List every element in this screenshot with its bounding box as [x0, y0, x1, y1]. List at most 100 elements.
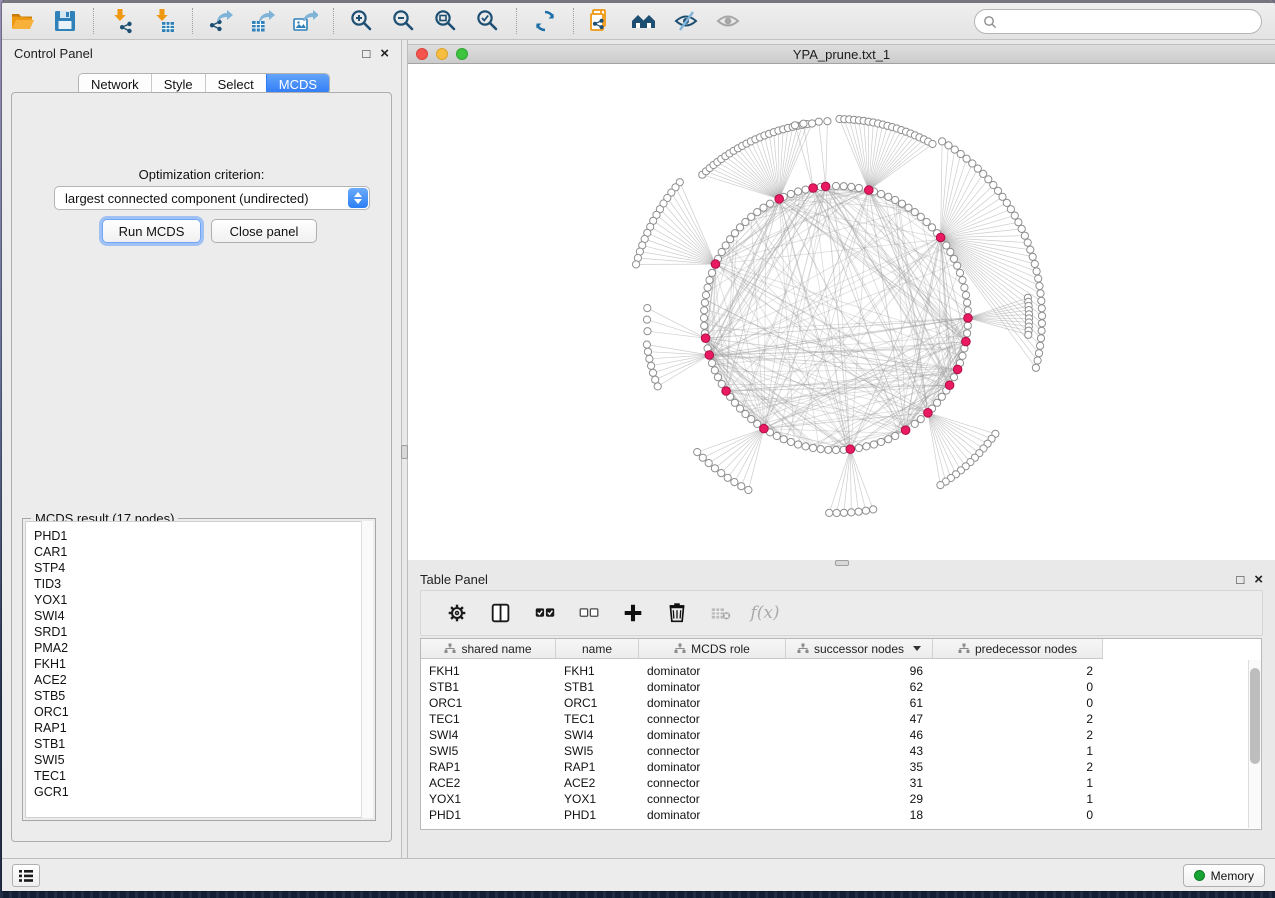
table-row[interactable]: PHD1PHD1dominator180: [421, 807, 1103, 823]
cell-shared-name[interactable]: FKH1: [421, 663, 556, 679]
cell-successor-nodes[interactable]: 46: [786, 727, 933, 743]
cell-successor-nodes[interactable]: 47: [786, 711, 933, 727]
export-table-icon[interactable]: [248, 6, 278, 36]
cell-name[interactable]: YOX1: [556, 791, 639, 807]
delete-column-icon[interactable]: [664, 600, 690, 626]
cell-MCDS-role[interactable]: connector: [639, 791, 786, 807]
import-table-icon[interactable]: [149, 6, 179, 36]
network-canvas[interactable]: [408, 64, 1275, 560]
mcds-result-item[interactable]: RAP1: [34, 720, 372, 736]
zoom-fit-icon[interactable]: [431, 6, 461, 36]
table-row[interactable]: YOX1YOX1connector291: [421, 791, 1103, 807]
cell-name[interactable]: STB1: [556, 679, 639, 695]
table-row[interactable]: TEC1TEC1connector472: [421, 711, 1103, 727]
cell-name[interactable]: ACE2: [556, 775, 639, 791]
mcds-result-item[interactable]: STB5: [34, 688, 372, 704]
zoom-in-icon[interactable]: [347, 6, 377, 36]
cell-shared-name[interactable]: SWI4: [421, 727, 556, 743]
table-row[interactable]: SWI5SWI5connector431: [421, 743, 1103, 759]
run-mcds-button[interactable]: Run MCDS: [102, 219, 201, 243]
mcds-result-item[interactable]: CAR1: [34, 544, 372, 560]
mcds-result-item[interactable]: SRD1: [34, 624, 372, 640]
mcds-result-item[interactable]: TEC1: [34, 768, 372, 784]
mcds-result-list[interactable]: PHD1CAR1STP4TID3YOX1SWI4SRD1PMA2FKH1ACE2…: [25, 521, 373, 818]
close-panel-icon[interactable]: ×: [380, 46, 389, 61]
tab-network[interactable]: Network: [79, 74, 151, 94]
cell-MCDS-role[interactable]: connector: [639, 711, 786, 727]
export-image-icon[interactable]: [290, 6, 320, 36]
cell-successor-nodes[interactable]: 29: [786, 791, 933, 807]
memory-button[interactable]: Memory: [1183, 864, 1265, 887]
cell-predecessor-nodes[interactable]: 0: [933, 695, 1103, 711]
first-neighbors-icon[interactable]: [629, 6, 659, 36]
cell-MCDS-role[interactable]: connector: [639, 775, 786, 791]
table-settings-gear-icon[interactable]: [444, 600, 470, 626]
vertical-splitter-handle[interactable]: [401, 445, 408, 459]
column-header-name[interactable]: name: [556, 639, 639, 658]
tab-mcds[interactable]: MCDS: [266, 74, 329, 94]
mcds-result-item[interactable]: TID3: [34, 576, 372, 592]
table-row[interactable]: RAP1RAP1dominator352: [421, 759, 1103, 775]
cell-successor-nodes[interactable]: 31: [786, 775, 933, 791]
cell-predecessor-nodes[interactable]: 1: [933, 775, 1103, 791]
table-row[interactable]: STB1STB1dominator620: [421, 679, 1103, 695]
task-history-button[interactable]: [12, 864, 40, 887]
cell-MCDS-role[interactable]: dominator: [639, 679, 786, 695]
cell-MCDS-role[interactable]: dominator: [639, 663, 786, 679]
column-header-successor-nodes[interactable]: successor nodes: [786, 639, 933, 658]
mcds-result-item[interactable]: PMA2: [34, 640, 372, 656]
column-header-predecessor-nodes[interactable]: predecessor nodes: [933, 639, 1103, 658]
column-header-shared-name[interactable]: shared name: [421, 639, 556, 658]
open-file-icon[interactable]: [8, 6, 38, 36]
import-network-icon[interactable]: [107, 6, 137, 36]
cell-MCDS-role[interactable]: dominator: [639, 727, 786, 743]
cell-name[interactable]: ORC1: [556, 695, 639, 711]
tab-style[interactable]: Style: [151, 74, 205, 94]
cell-predecessor-nodes[interactable]: 2: [933, 711, 1103, 727]
table-row[interactable]: ACE2ACE2connector311: [421, 775, 1103, 791]
mcds-result-item[interactable]: SWI5: [34, 752, 372, 768]
cell-shared-name[interactable]: ORC1: [421, 695, 556, 711]
table-close-icon[interactable]: ×: [1254, 572, 1263, 587]
close-panel-button[interactable]: Close panel: [211, 219, 317, 243]
cell-predecessor-nodes[interactable]: 0: [933, 807, 1103, 823]
cell-predecessor-nodes[interactable]: 1: [933, 791, 1103, 807]
mcds-list-scrollbar[interactable]: [361, 521, 373, 818]
zoom-selected-icon[interactable]: [473, 6, 503, 36]
table-row[interactable]: SWI4SWI4dominator462: [421, 727, 1103, 743]
search-box[interactable]: [974, 9, 1262, 34]
cell-predecessor-nodes[interactable]: 1: [933, 743, 1103, 759]
optimization-criterion-select[interactable]: largest connected component (undirected): [54, 186, 370, 210]
cell-predecessor-nodes[interactable]: 2: [933, 759, 1103, 775]
cell-successor-nodes[interactable]: 96: [786, 663, 933, 679]
mcds-result-item[interactable]: ACE2: [34, 672, 372, 688]
table-scrollbar-thumb[interactable]: [1250, 668, 1260, 764]
cell-predecessor-nodes[interactable]: 2: [933, 727, 1103, 743]
cell-name[interactable]: RAP1: [556, 759, 639, 775]
table-float-icon[interactable]: □: [1236, 573, 1244, 586]
search-input[interactable]: [997, 15, 1261, 29]
mcds-result-item[interactable]: FKH1: [34, 656, 372, 672]
table-row[interactable]: FKH1FKH1dominator962: [421, 663, 1103, 679]
deselect-all-rows-icon[interactable]: [576, 600, 602, 626]
cell-name[interactable]: FKH1: [556, 663, 639, 679]
cell-shared-name[interactable]: RAP1: [421, 759, 556, 775]
show-columns-icon[interactable]: [488, 600, 514, 626]
export-network-icon[interactable]: [206, 6, 236, 36]
vertical-splitter[interactable]: [401, 40, 408, 858]
table-scrollbar[interactable]: [1248, 660, 1261, 828]
cell-shared-name[interactable]: ACE2: [421, 775, 556, 791]
mcds-result-item[interactable]: PHD1: [34, 528, 372, 544]
tab-select[interactable]: Select: [205, 74, 266, 94]
network-graph[interactable]: [408, 64, 1275, 560]
column-header-MCDS-role[interactable]: MCDS role: [639, 639, 786, 658]
cell-name[interactable]: SWI4: [556, 727, 639, 743]
cell-name[interactable]: TEC1: [556, 711, 639, 727]
cell-shared-name[interactable]: YOX1: [421, 791, 556, 807]
cell-MCDS-role[interactable]: connector: [639, 743, 786, 759]
network-window-titlebar[interactable]: YPA_prune.txt_1: [408, 44, 1275, 64]
duplicate-network-icon[interactable]: [587, 6, 617, 36]
cell-shared-name[interactable]: STB1: [421, 679, 556, 695]
cell-MCDS-role[interactable]: dominator: [639, 807, 786, 823]
cell-predecessor-nodes[interactable]: 0: [933, 679, 1103, 695]
